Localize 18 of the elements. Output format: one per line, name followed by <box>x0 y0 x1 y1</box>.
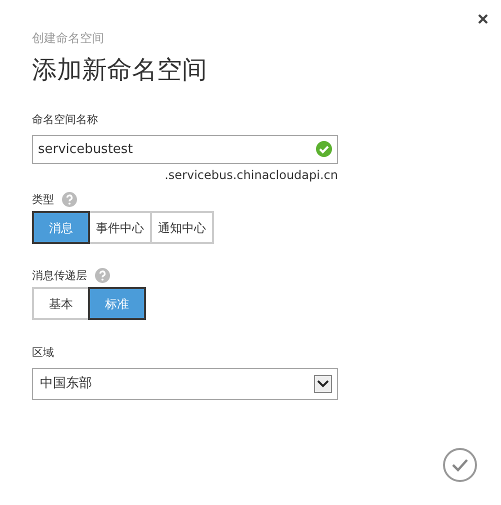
confirm-button[interactable] <box>443 448 477 482</box>
domain-suffix: .servicebus.chinacloudapi.cn <box>164 167 338 184</box>
field-label: 类型 <box>32 192 54 206</box>
namespace-name-field[interactable]: servicebustest <box>32 135 338 164</box>
help-icon[interactable] <box>62 192 77 207</box>
dialog-title: 添加新命名空间 <box>32 54 208 86</box>
help-icon[interactable] <box>95 268 110 283</box>
field-label: 命名空间名称 <box>32 113 99 127</box>
region-dropdown[interactable]: 中国东部 <box>32 368 338 400</box>
close-icon[interactable] <box>478 14 488 24</box>
breadcrumb: 创建命名空间 <box>32 30 105 46</box>
chevron-down-icon <box>317 380 329 388</box>
field-label: 消息传递层 <box>32 268 87 282</box>
field-label: 区域 <box>32 346 55 360</box>
type-option[interactable]: 通知中心 <box>150 211 214 244</box>
tier-option[interactable]: 基本 <box>32 287 90 320</box>
check-icon <box>451 458 469 472</box>
type-option[interactable]: 事件中心 <box>88 211 152 244</box>
